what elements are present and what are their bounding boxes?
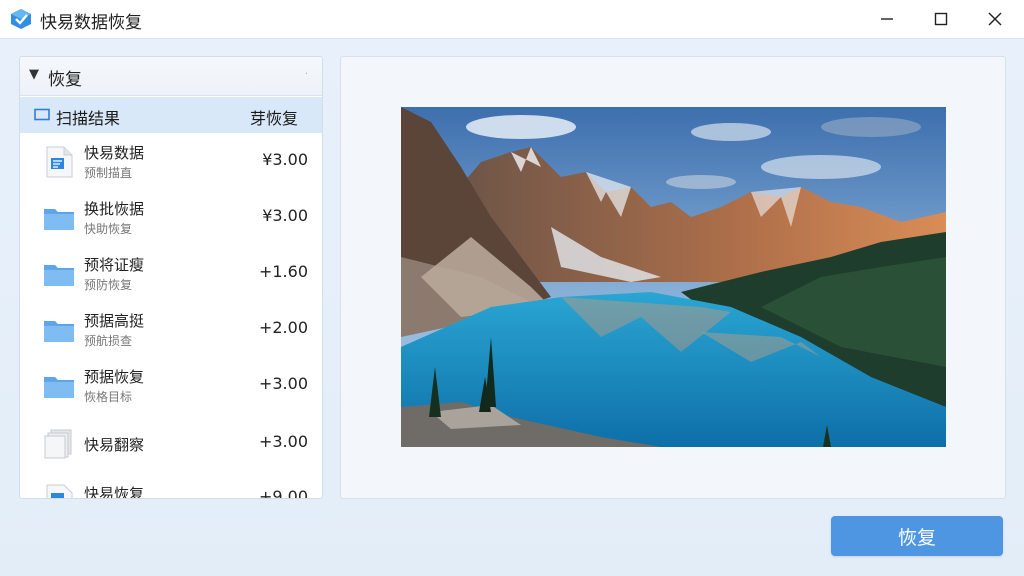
file-stack-icon [44,429,72,459]
close-icon [988,12,1002,26]
scan-results-action[interactable]: 芽恢复 [250,105,298,129]
folder-icon [44,377,74,398]
window-title: 快易数据恢复 [40,13,142,33]
list-item[interactable]: 快易翻察 +3.00 [20,417,322,471]
recover-button[interactable]: 恢复 [831,516,1003,556]
maximize-button[interactable] [918,0,964,38]
list-item[interactable]: 预据高挺 预航损查 +2.00 [20,303,322,357]
item-sub: 预制描直 [84,166,133,180]
item-price: +9.00 [258,487,308,499]
minimize-button[interactable] [864,0,910,38]
folder-icon [44,321,74,342]
item-name: 快易翻察 [84,436,145,454]
scan-results-row[interactable]: 扫描结果 芽恢复 [20,97,322,133]
app-logo-icon [11,9,31,29]
caret-down-icon[interactable]: ▼ [29,67,39,82]
title-bar: 快易数据恢复 [0,0,1024,39]
item-price: +3.00 [258,432,308,451]
item-name: 预将证瘦 [84,256,145,274]
item-sub: 恢格目标 [84,390,133,404]
item-sub: 预防恢复 [84,278,133,292]
landscape-preview-image [401,107,946,447]
folder-outline-icon [34,108,50,121]
list-item[interactable]: 预将证瘦 预防恢复 +1.60 [20,247,322,301]
list-item[interactable]: 快易数据 预制描直 ¥3.00 [20,135,322,189]
scan-results-label: 扫描结果 [56,109,121,128]
item-name: 快易数据 [84,144,145,162]
item-sub: 预航损查 [84,334,133,348]
document-icon [46,146,73,178]
list-item[interactable]: 换批恢据 快助恢复 ¥3.00 [20,191,322,245]
list-item[interactable]: 预据恢复 恢格目标 +3.00 [20,359,322,413]
item-name: 快易恢复 [84,485,145,499]
preview-panel [340,56,1006,499]
recover-tree-header[interactable]: ▼ 恢复 · [20,57,322,96]
item-price: +1.60 [258,262,308,281]
item-price: +3.00 [258,374,308,393]
file-list-panel: ▼ 恢复 · 扫描结果 芽恢复 快易数据 预制描直 ¥3.00 换批恢据 快助恢… [19,56,323,499]
document-icon [46,484,73,498]
list-item[interactable]: 快易恢复 +9.00 [20,473,322,499]
item-price: +2.00 [258,318,308,337]
tree-header-label: 恢复 [48,70,82,90]
item-price: ¥3.00 [262,150,308,169]
folder-icon [44,209,74,230]
item-price: ¥3.00 [262,206,308,225]
item-sub: 快助恢复 [84,222,133,236]
close-button[interactable] [972,0,1018,38]
more-icon: · [304,69,308,80]
item-name: 预据高挺 [84,312,145,330]
maximize-icon [934,12,948,26]
item-name: 预据恢复 [84,368,145,386]
minimize-icon [881,18,893,20]
folder-icon [44,265,74,286]
item-name: 换批恢据 [84,200,145,218]
